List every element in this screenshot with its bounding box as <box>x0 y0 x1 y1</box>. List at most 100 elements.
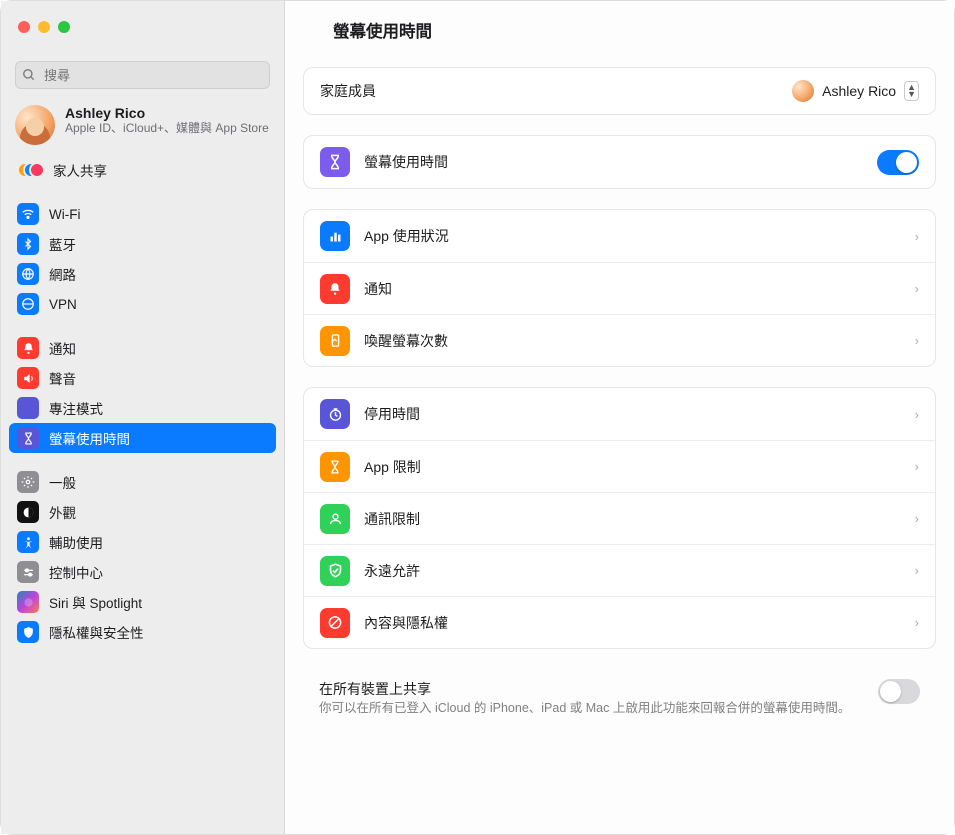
sidebar-item-label: 通知 <box>49 338 76 358</box>
sidebar-item-accessibility[interactable]: 輔助使用 <box>9 527 276 557</box>
vpn-icon <box>17 293 39 315</box>
row-content-privacy[interactable]: 內容與隱私權 › <box>304 596 935 648</box>
user-sub: Apple ID、iCloud+、媒體與 App Store <box>65 121 269 137</box>
sidebar-item-label: 一般 <box>49 472 76 492</box>
chevron-right-icon: › <box>915 511 919 526</box>
maximize-icon[interactable] <box>58 21 70 33</box>
sidebar-item-screentime[interactable]: 螢幕使用時間 <box>9 423 276 453</box>
sidebar-item-family[interactable]: 家人共享 <box>9 155 276 185</box>
sidebar-item-sound[interactable]: 聲音 <box>9 363 276 393</box>
bell-icon <box>17 337 39 359</box>
avatar <box>15 105 55 145</box>
row-communication[interactable]: 通訊限制 › <box>304 492 935 544</box>
appearance-icon <box>17 501 39 523</box>
sidebar-item-vpn[interactable]: VPN <box>9 289 276 319</box>
bluetooth-icon <box>17 233 39 255</box>
share-desc: 你可以在所有已登入 iCloud 的 iPhone、iPad 或 Mac 上啟用… <box>319 699 860 717</box>
row-label: 停用時間 <box>364 404 901 424</box>
family-icon <box>17 159 43 181</box>
family-member-card: 家庭成員 Ashley Rico ▲▼ <box>303 67 936 115</box>
close-icon[interactable] <box>18 21 30 33</box>
titlebar <box>1 1 954 53</box>
screentime-toggle-card: 螢幕使用時間 <box>303 135 936 189</box>
comm-icon <box>320 504 350 534</box>
gear-icon <box>17 471 39 493</box>
row-label: App 限制 <box>364 457 901 477</box>
sidebar-item-label: 網路 <box>49 264 76 284</box>
allow-icon <box>320 556 350 586</box>
sidebar-item-network[interactable]: 網路 <box>9 259 276 289</box>
sidebar-item-label: Wi-Fi <box>49 207 80 222</box>
search-field[interactable] <box>15 61 270 89</box>
share-title: 在所有裝置上共享 <box>319 679 860 699</box>
row-notifications[interactable]: 通知 › <box>304 262 935 314</box>
siri-icon <box>17 591 39 613</box>
sidebar-item-notifications[interactable]: 通知 <box>9 333 276 363</box>
sidebar-item-appearance[interactable]: 外觀 <box>9 497 276 527</box>
user-name: Ashley Rico <box>65 105 269 121</box>
row-label: 通知 <box>364 279 901 299</box>
screentime-switch[interactable] <box>877 150 919 175</box>
chevron-right-icon: › <box>915 459 919 474</box>
search-icon <box>22 68 36 82</box>
sidebar-item-label: 隱私權與安全性 <box>49 622 144 642</box>
usage-section: App 使用狀況 › 通知 › 喚醒螢幕次數 › <box>303 209 936 367</box>
accessibility-icon <box>17 531 39 553</box>
family-member-value: Ashley Rico <box>822 83 896 99</box>
window-controls <box>1 21 70 33</box>
sidebar-item-general[interactable]: 一般 <box>9 467 276 497</box>
chart-icon <box>320 221 350 251</box>
sidebar-item-label: 家人共享 <box>53 160 107 180</box>
wifi-icon <box>17 203 39 225</box>
search-input[interactable] <box>15 61 270 89</box>
minimize-icon[interactable] <box>38 21 50 33</box>
row-label: 內容與隱私權 <box>364 613 901 633</box>
row-pickups[interactable]: 喚醒螢幕次數 › <box>304 314 935 366</box>
chevron-right-icon: › <box>915 407 919 422</box>
sidebar-item-label: Siri 與 Spotlight <box>49 592 142 612</box>
avatar-icon <box>792 80 814 102</box>
row-label: 永遠允許 <box>364 561 901 581</box>
sidebar-item-label: 藍牙 <box>49 234 76 254</box>
family-member-selector[interactable]: Ashley Rico ▲▼ <box>792 80 919 102</box>
row-app-limits[interactable]: App 限制 › <box>304 440 935 492</box>
row-label: 喚醒螢幕次數 <box>364 331 901 351</box>
limits-section: 停用時間 › App 限制 › 通訊限制 › 永遠允許 › <box>303 387 936 649</box>
hourglass-icon <box>320 147 350 177</box>
sidebar-item-focus[interactable]: 專注模式 <box>9 393 276 423</box>
sidebar-item-label: 螢幕使用時間 <box>49 428 130 448</box>
sidebar-item-label: 聲音 <box>49 368 76 388</box>
network-icon <box>17 263 39 285</box>
updown-icon: ▲▼ <box>904 81 919 101</box>
family-member-label: 家庭成員 <box>320 81 376 101</box>
sidebar-item-wifi[interactable]: Wi-Fi <box>9 199 276 229</box>
chevron-right-icon: › <box>915 615 919 630</box>
pickup-icon <box>320 326 350 356</box>
row-downtime[interactable]: 停用時間 › <box>304 388 935 440</box>
focus-icon <box>17 397 39 419</box>
sidebar: Ashley Rico Apple ID、iCloud+、媒體與 App Sto… <box>1 1 285 834</box>
sidebar-item-privacy[interactable]: 隱私權與安全性 <box>9 617 276 647</box>
sidebar-item-siri[interactable]: Siri 與 Spotlight <box>9 587 276 617</box>
sidebar-item-label: VPN <box>49 297 77 312</box>
apple-id-row[interactable]: Ashley Rico Apple ID、iCloud+、媒體與 App Sto… <box>1 99 284 155</box>
share-across-devices: 在所有裝置上共享 你可以在所有已登入 iCloud 的 iPhone、iPad … <box>303 669 936 733</box>
row-label: App 使用狀況 <box>364 226 901 246</box>
chevron-right-icon: › <box>915 333 919 348</box>
row-app-usage[interactable]: App 使用狀況 › <box>304 210 935 262</box>
control-center-icon <box>17 561 39 583</box>
sidebar-item-bluetooth[interactable]: 藍牙 <box>9 229 276 259</box>
applimit-icon <box>320 452 350 482</box>
sound-icon <box>17 367 39 389</box>
sidebar-item-label: 控制中心 <box>49 562 103 582</box>
privacy-icon <box>17 621 39 643</box>
share-switch[interactable] <box>878 679 920 704</box>
row-always-allowed[interactable]: 永遠允許 › <box>304 544 935 596</box>
main-panel: 螢幕使用時間 家庭成員 Ashley Rico ▲▼ <box>285 1 954 834</box>
screentime-toggle-label: 螢幕使用時間 <box>364 152 863 172</box>
sidebar-item-label: 專注模式 <box>49 398 103 418</box>
sidebar-item-label: 外觀 <box>49 502 76 522</box>
screentime-icon <box>17 427 39 449</box>
sidebar-item-control-center[interactable]: 控制中心 <box>9 557 276 587</box>
chevron-right-icon: › <box>915 229 919 244</box>
